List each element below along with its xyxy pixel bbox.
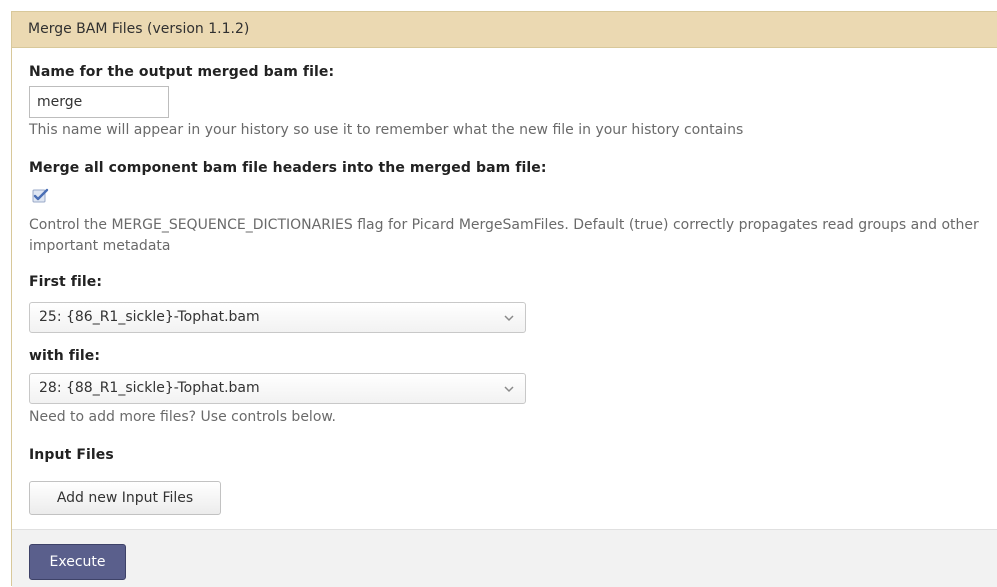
first-file-select[interactable]: 25: {86_R1_sickle}-Tophat.bam (29, 302, 526, 333)
output-name-help: This name will appear in your history so… (29, 122, 744, 138)
execute-button[interactable]: Execute (29, 544, 126, 580)
merge-headers-checkbox[interactable] (32, 188, 49, 203)
first-file-value: 25: {86_R1_sickle}-Tophat.bam (39, 309, 260, 325)
first-file-label: First file: (29, 274, 103, 290)
add-input-files-button[interactable]: Add new Input Files (29, 481, 221, 515)
form-footer: Execute (12, 529, 997, 587)
with-file-value: 28: {88_R1_sickle}-Tophat.bam (39, 380, 260, 396)
input-files-label: Input Files (29, 447, 114, 463)
merge-headers-label: Merge all component bam file headers int… (29, 160, 547, 176)
with-file-select[interactable]: 28: {88_R1_sickle}-Tophat.bam (29, 373, 526, 404)
chevron-down-icon (504, 315, 514, 322)
tool-title: Merge BAM Files (version 1.1.2) (12, 12, 997, 48)
with-file-label: with file: (29, 348, 101, 364)
output-name-label: Name for the output merged bam file: (29, 64, 335, 80)
output-name-input[interactable] (29, 86, 169, 118)
with-file-help: Need to add more files? Use controls bel… (29, 409, 337, 425)
merge-headers-help: Control the MERGE_SEQUENCE_DICTIONARIES … (29, 217, 979, 254)
checkmark-icon (32, 188, 49, 203)
tool-form: Merge BAM Files (version 1.1.2) Name for… (11, 11, 997, 587)
chevron-down-icon (504, 386, 514, 393)
